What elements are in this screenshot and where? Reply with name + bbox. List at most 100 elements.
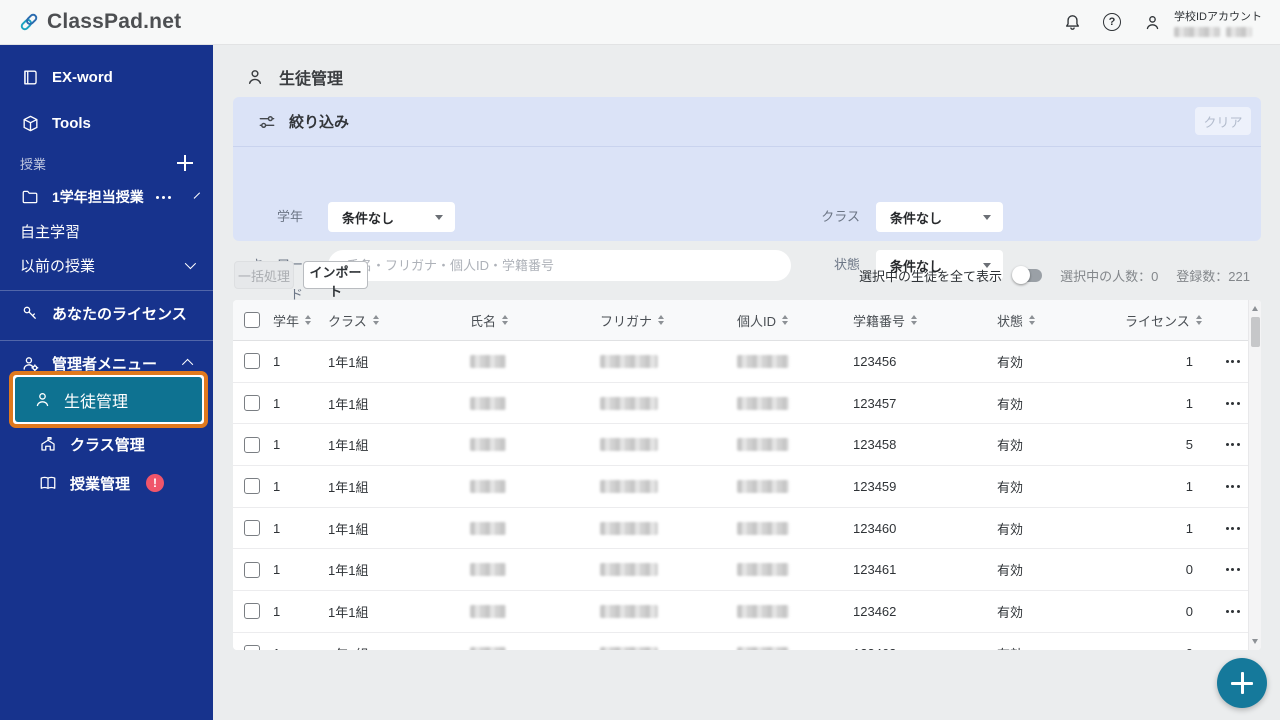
sidebar-item-your-license[interactable]: あなたのライセンス <box>0 296 213 330</box>
table-row: 1 1年1組 123463 有効 0 <box>233 632 1261 650</box>
row-checkbox[interactable] <box>244 436 260 453</box>
filter-title: 絞り込み <box>289 114 350 131</box>
cell-license: 1 <box>1185 520 1193 536</box>
row-checkbox[interactable] <box>244 603 260 620</box>
cell-status: 有効 <box>997 479 1024 495</box>
column-header-class[interactable]: クラス <box>328 311 470 330</box>
cell-class: 1年1組 <box>328 521 369 537</box>
cell-personal-id-redacted <box>737 563 853 577</box>
student-person-icon <box>32 390 52 410</box>
add-student-fab[interactable] <box>1217 658 1267 708</box>
sort-icon <box>1029 315 1036 325</box>
scrollbar-thumb[interactable] <box>1251 317 1260 347</box>
row-checkbox[interactable] <box>244 561 260 578</box>
folder-icon <box>20 187 40 207</box>
row-checkbox[interactable] <box>244 395 260 412</box>
cell-kana-redacted <box>600 521 737 535</box>
sidebar-divider <box>0 340 213 341</box>
row-checkbox[interactable] <box>244 478 260 495</box>
logo-text: ClassPad.net <box>47 10 182 33</box>
row-menu-button[interactable] <box>1224 481 1242 492</box>
chevron-up-icon[interactable] <box>181 358 194 371</box>
class-filter-label: クラス <box>821 209 860 224</box>
sidebar-item-self-study[interactable]: 自主学習 <box>0 214 213 248</box>
help-icon[interactable]: ? <box>1102 12 1122 32</box>
sidebar-item-lesson-mgmt[interactable]: 授業管理 ! <box>0 466 213 500</box>
cell-class: 1年1組 <box>328 563 369 579</box>
sort-icon <box>305 315 312 325</box>
cell-class: 1年1組 <box>328 644 470 650</box>
grade-filter-select[interactable]: 条件なし <box>328 202 455 232</box>
tools-box-icon <box>20 113 40 133</box>
scroll-down-icon[interactable] <box>1252 639 1258 644</box>
row-menu-button[interactable] <box>1224 398 1242 409</box>
column-header-kana[interactable]: フリガナ <box>600 311 737 330</box>
sidebar-item-ex-word[interactable]: EX-word <box>0 60 213 94</box>
cell-class: 1年1組 <box>328 604 369 620</box>
chevron-down-icon[interactable] <box>184 257 197 270</box>
class-filter-select[interactable]: 条件なし <box>876 202 1003 232</box>
classpad-chain-icon <box>18 11 40 33</box>
cell-personal-id-redacted <box>737 438 853 452</box>
row-menu-button[interactable] <box>1224 564 1242 575</box>
import-button[interactable]: インポート <box>303 261 368 299</box>
folder-more-icon[interactable] <box>155 195 171 199</box>
select-all-checkbox[interactable] <box>244 312 260 328</box>
table-body: 1 1年1組 123456 有効 1 1 1年1組 123457 有効 1 1 … <box>233 341 1261 650</box>
table-row: 1 1年1組 123462 有効 0 <box>233 591 1261 633</box>
clear-filter-button[interactable]: クリア <box>1195 107 1251 135</box>
filter-tune-icon <box>257 112 277 132</box>
column-header-grade[interactable]: 学年 <box>273 311 328 330</box>
cell-status: 有効 <box>997 563 1024 579</box>
column-header-status[interactable]: 状態 <box>997 311 1125 330</box>
account-info[interactable]: 学校IDアカウント <box>1174 8 1262 37</box>
row-checkbox[interactable] <box>244 645 260 650</box>
row-menu-button[interactable] <box>1224 606 1242 617</box>
row-menu-button[interactable] <box>1224 648 1242 650</box>
page-title: 生徒管理 <box>245 65 343 89</box>
sidebar-item-student-mgmt-selected[interactable]: 生徒管理 <box>9 371 208 428</box>
cell-name-redacted <box>470 604 600 618</box>
chevron-down-icon[interactable] <box>193 192 200 199</box>
add-lesson-icon[interactable] <box>177 155 193 171</box>
column-header-license[interactable]: ライセンス <box>1125 311 1217 330</box>
column-header-student-no[interactable]: 学籍番号 <box>853 311 997 330</box>
cell-kana-redacted <box>600 396 737 410</box>
column-header-personal-id[interactable]: 個人ID <box>737 311 853 330</box>
row-menu-button[interactable] <box>1224 439 1242 450</box>
student-table: 学年 クラス 氏名 フリガナ 個人ID 学籍番号 状態 ライセンス 1 1年1組… <box>233 300 1261 650</box>
row-checkbox[interactable] <box>244 353 260 370</box>
sidebar-item-lesson-folder[interactable]: 1学年担当授業 <box>0 180 213 214</box>
cell-name-redacted <box>470 563 600 577</box>
cell-status: 有効 <box>997 438 1024 454</box>
cell-status: 有効 <box>997 354 1024 370</box>
batch-action-button[interactable]: 一括処理 <box>234 261 294 289</box>
cell-personal-id-redacted <box>737 396 853 410</box>
scroll-up-icon[interactable] <box>1252 306 1258 311</box>
table-row: 1 1年1組 123456 有効 1 <box>233 341 1261 383</box>
sidebar-item-previous-lessons[interactable]: 以前の授業 <box>0 248 213 282</box>
show-selected-toggle[interactable] <box>1012 266 1043 284</box>
cell-student-no: 123457 <box>853 395 897 411</box>
row-checkbox[interactable] <box>244 520 260 537</box>
notifications-bell-icon[interactable] <box>1062 12 1082 32</box>
row-menu-button[interactable] <box>1224 523 1242 534</box>
sidebar-item-class-mgmt[interactable]: クラス管理 <box>0 427 213 461</box>
cell-student-no: 123458 <box>853 437 897 453</box>
cell-kana-redacted <box>600 646 737 650</box>
cell-license: 5 <box>1185 437 1193 453</box>
row-menu-button[interactable] <box>1224 356 1242 367</box>
sidebar-section-lessons: 授業 <box>0 146 213 180</box>
sidebar-item-tools[interactable]: Tools <box>0 106 213 140</box>
cell-student-no: 123456 <box>853 353 897 369</box>
account-name-redacted <box>1174 26 1262 37</box>
sidebar: EX-word Tools 授業 1学年担当授業 自主学習 以前の授業 あなたの… <box>0 45 213 720</box>
cell-name-redacted <box>470 479 600 493</box>
table-row: 1 1年1組 123457 有効 1 <box>233 382 1261 425</box>
column-header-name[interactable]: 氏名 <box>470 311 600 330</box>
table-toolbar: 一括処理 インポート 選択中の生徒を全て表示 選択中の人数：0 登録数：221 <box>213 261 1280 299</box>
cell-student-no: 123460 <box>853 520 897 536</box>
account-person-icon[interactable] <box>1142 12 1162 32</box>
app-logo[interactable]: ClassPad.net <box>18 10 181 34</box>
table-scrollbar[interactable] <box>1248 300 1261 650</box>
